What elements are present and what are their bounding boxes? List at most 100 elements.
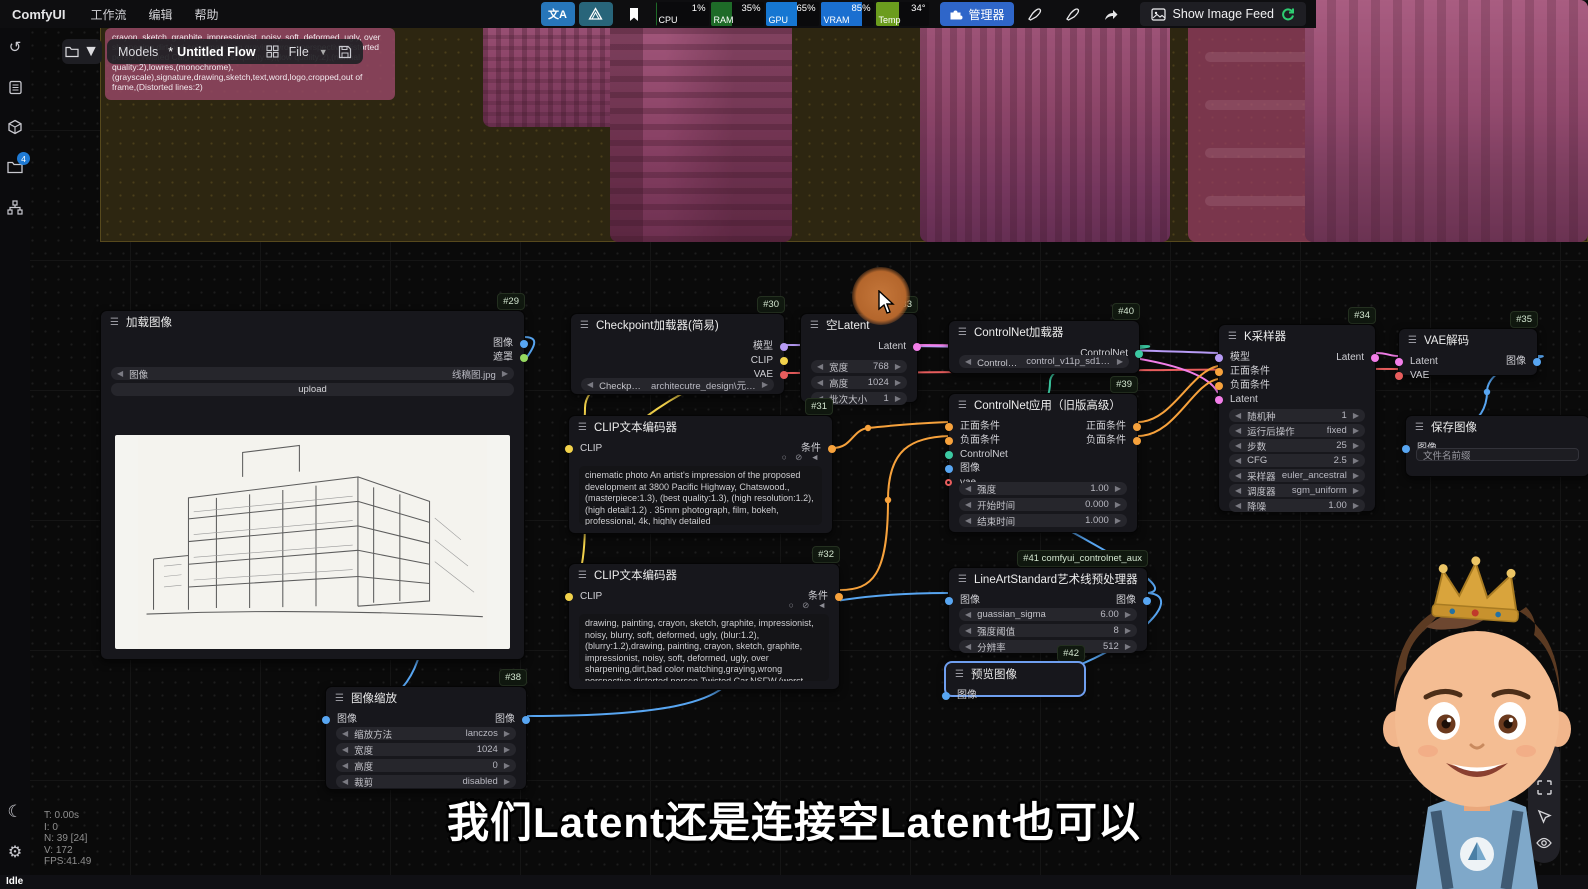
widget-调度器[interactable]: ◀调度器 sgm_uniform▶	[1229, 484, 1365, 497]
node-image_scale[interactable]: ☰ 图像缩放 图像图像 ◀缩放方法 lanczos▶◀宽度 1024▶◀高度 0…	[325, 686, 527, 790]
translate-button[interactable]: 文A	[541, 2, 575, 26]
output-slot-图像[interactable]	[1533, 358, 1541, 366]
save-icon[interactable]	[338, 45, 352, 59]
prompt-textarea[interactable]: drawing, painting, crayon, sketch, graph…	[579, 614, 829, 681]
upload-button[interactable]: upload	[111, 383, 514, 396]
link-dot[interactable]	[1484, 389, 1490, 395]
widget-CFG[interactable]: ◀CFG 2.5▶	[1229, 454, 1365, 467]
widget-采样器[interactable]: ◀采样器 euler_ancestral▶	[1229, 469, 1365, 482]
node-menu-icon[interactable]: ☰	[958, 327, 967, 338]
widget-Checkpoint名称[interactable]: ◀Checkpoint名称 architecutre_design\元技能-Yu…	[581, 378, 774, 391]
link-cond-out-neg[interactable]	[1138, 379, 1218, 436]
node-menu-icon[interactable]: ☰	[1408, 335, 1417, 346]
node-preview[interactable]: ☰ 预览图像 图像	[945, 662, 1085, 696]
node-load_image[interactable]: ☰ 加载图像图像 遮罩 ◀图像 线稿图.jpg▶upload	[100, 310, 525, 660]
show-image-feed-button[interactable]: Show Image Feed	[1140, 2, 1306, 26]
input-slot-负面条件[interactable]	[1215, 382, 1223, 390]
workflows-icon[interactable]: 4	[6, 158, 24, 176]
share-button[interactable]	[1094, 2, 1128, 26]
widget-步数[interactable]: ◀步数 25▶	[1229, 439, 1365, 452]
announce-button-1[interactable]	[1018, 2, 1052, 26]
node-library-icon[interactable]	[6, 78, 24, 96]
menu-help[interactable]: 帮助	[194, 6, 218, 23]
widget-分辨率[interactable]: ◀分辨率 512▶	[959, 640, 1137, 653]
widget-宽度[interactable]: ◀宽度 1024▶	[336, 743, 516, 756]
link-cond-positive[interactable]	[833, 422, 948, 448]
widget-结束时间[interactable]: ◀结束时间 1.000▶	[959, 514, 1127, 527]
node-menu-icon[interactable]: ☰	[578, 570, 587, 581]
model-library-icon[interactable]	[6, 118, 24, 136]
manager-button[interactable]: 管理器	[940, 2, 1014, 26]
output-slot-遮罩[interactable]	[520, 354, 528, 362]
prompt-textarea[interactable]: cinematic photo An artist's impression o…	[579, 466, 822, 525]
workflow-folder-button[interactable]: ▼	[62, 39, 102, 64]
node-clip_pos[interactable]: ☰ CLIP文本编码器 CLIP条件 ○ ⊘ ◄cinematic photo …	[568, 415, 833, 534]
widget-图像[interactable]: ◀图像 线稿图.jpg▶	[111, 367, 514, 380]
node-menu-icon[interactable]: ☰	[335, 693, 344, 704]
widget-降噪[interactable]: ◀降噪 1.00▶	[1229, 499, 1365, 512]
output-slot-正面条件[interactable]	[1133, 423, 1141, 431]
node-widget-icons[interactable]: ○ ⊘ ◄	[789, 600, 829, 611]
node-menu-icon[interactable]: ☰	[110, 317, 119, 328]
output-slot-VAE[interactable]	[780, 371, 788, 379]
node-menu-icon[interactable]: ☰	[810, 320, 819, 331]
nodes-map-button[interactable]	[579, 2, 613, 26]
widget-guassian_sigma[interactable]: ◀guassian_sigma 6.00▶	[959, 608, 1137, 621]
grid-icon[interactable]	[266, 45, 279, 58]
node-menu-icon[interactable]: ☰	[955, 669, 964, 680]
input-slot-图像[interactable]	[942, 692, 950, 700]
bookmark-button[interactable]	[617, 2, 651, 26]
node-save_image[interactable]: ☰ 保存图像 图像文件名前缀	[1405, 415, 1588, 477]
widget-强度[interactable]: ◀强度 1.00▶	[959, 482, 1127, 495]
queue-history-icon[interactable]: ↺	[6, 38, 24, 56]
link-latent-out[interactable]	[1376, 353, 1398, 356]
menu-edit[interactable]: 编辑	[148, 6, 172, 23]
output-slot-ControlNet[interactable]	[1135, 350, 1143, 358]
output-slot-图像[interactable]	[1143, 597, 1151, 605]
widget-ControlNet名称[interactable]: ◀ControlNet名称 control_v11p_sd15_lineart.…	[959, 355, 1129, 368]
output-slot-条件[interactable]	[828, 445, 836, 453]
input-slot-图像[interactable]	[1402, 445, 1410, 453]
widget-随机种[interactable]: ◀随机种 1▶	[1229, 409, 1365, 422]
widget-高度[interactable]: ◀高度 0▶	[336, 759, 516, 772]
widget-宽度[interactable]: ◀宽度 768▶	[811, 360, 907, 373]
output-slot-Latent[interactable]	[913, 343, 921, 351]
node-menu-icon[interactable]: ☰	[578, 422, 587, 433]
menu-workflow[interactable]: 工作流	[90, 6, 126, 23]
node-canvas[interactable]: crayon, sketch, graphite, impressionist,…	[0, 0, 1588, 889]
node-menu-icon[interactable]: ☰	[1415, 422, 1424, 433]
node-menu-icon[interactable]: ☰	[958, 400, 967, 411]
node-empty_latent[interactable]: ☰ 空LatentLatent ◀宽度 768▶◀高度 1024▶◀批次大小 1…	[800, 313, 918, 403]
output-slot-CLIP[interactable]	[780, 357, 788, 365]
output-slot-条件[interactable]	[835, 593, 843, 601]
widget-强度阈值[interactable]: ◀强度阈值 8▶	[959, 624, 1137, 637]
output-slot-模型[interactable]	[780, 343, 788, 351]
widget-高度[interactable]: ◀高度 1024▶	[811, 376, 907, 389]
input-slot-图像[interactable]	[945, 465, 953, 473]
node-map-icon[interactable]	[6, 198, 24, 216]
output-slot-图像[interactable]	[522, 716, 530, 724]
node-lineart[interactable]: ☰ LineArtStandard艺术线预处理器 图像图像 ◀guassian_…	[948, 567, 1148, 652]
node-menu-icon[interactable]: ☰	[958, 574, 967, 585]
models-tab[interactable]: Models	[118, 45, 158, 59]
input-slot-正面条件[interactable]	[1215, 368, 1223, 376]
node-checkpoint[interactable]: ☰ Checkpoint加载器(简易)模型 CLIP VAE ◀Checkpoi…	[570, 313, 785, 395]
output-slot-负面条件[interactable]	[1133, 437, 1141, 445]
widget-裁剪[interactable]: ◀裁剪 disabled▶	[336, 775, 516, 788]
node-menu-icon[interactable]: ☰	[580, 320, 589, 331]
output-slot-Latent[interactable]	[1371, 354, 1379, 362]
filename-prefix-field[interactable]: 文件名前缀	[1416, 448, 1579, 461]
announce-button-2[interactable]	[1056, 2, 1090, 26]
link-cond-negative[interactable]	[840, 436, 948, 590]
node-menu-icon[interactable]: ☰	[1228, 331, 1237, 342]
widget-开始时间[interactable]: ◀开始时间 0.000▶	[959, 498, 1127, 511]
input-slot-Latent[interactable]	[1215, 396, 1223, 404]
input-slot-vae[interactable]	[945, 479, 952, 486]
node-clip_neg[interactable]: ☰ CLIP文本编码器 CLIP条件 ○ ⊘ ◄drawing, paintin…	[568, 563, 840, 690]
workflow-tab-title[interactable]: Untitled Flow	[177, 45, 255, 59]
link-dot[interactable]	[865, 425, 871, 431]
file-menu[interactable]: File	[289, 45, 309, 59]
node-cn_loader[interactable]: ☰ ControlNet加载器ControlNet ◀ControlNet名称 …	[948, 320, 1140, 374]
node-widget-icons[interactable]: ○ ⊘ ◄	[782, 452, 822, 463]
node-cn_apply[interactable]: ☰ ControlNet应用（旧版高级） 正面条件 负面条件 ControlNe…	[948, 393, 1138, 533]
